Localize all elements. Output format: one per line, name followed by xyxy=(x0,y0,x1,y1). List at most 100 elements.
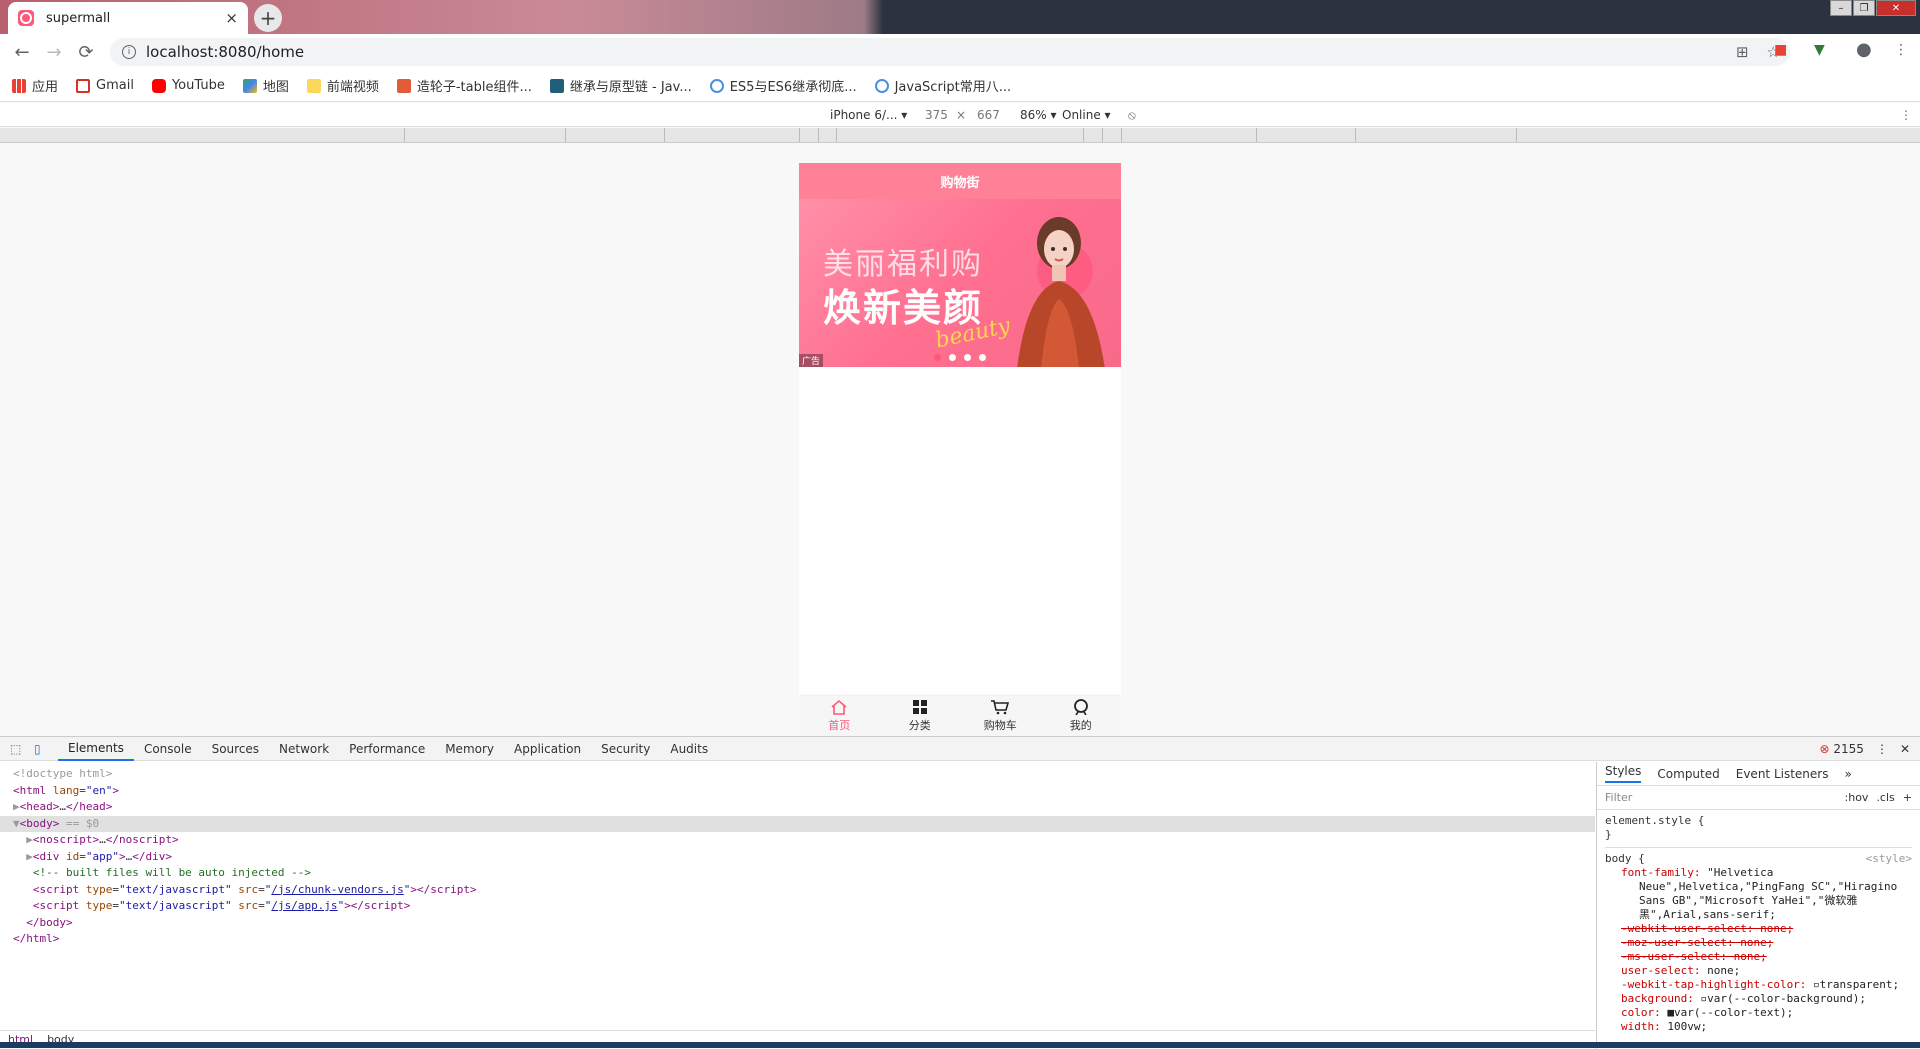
dom-node[interactable]: <!doctype html> xyxy=(0,766,1595,783)
tab-event-listeners[interactable]: Event Listeners xyxy=(1736,767,1829,781)
dom-node[interactable]: ▶<head>…</head> xyxy=(0,799,1595,816)
styles-filter[interactable]: Filter :hov .cls + xyxy=(1597,786,1920,810)
translate-icon[interactable]: ⊞ xyxy=(1736,43,1749,61)
media-query-ruler[interactable] xyxy=(0,128,1920,143)
banner-swiper[interactable]: 美丽福利购 焕新美颜 beauty 广告 xyxy=(799,199,1121,367)
restore-button[interactable]: ❐ xyxy=(1853,0,1875,16)
add-rule-icon[interactable]: + xyxy=(1903,791,1912,804)
dom-node[interactable]: <script type="text/javascript" src="/js/… xyxy=(0,898,1595,915)
rotate-icon[interactable]: ⦸ xyxy=(1128,108,1136,123)
css-property[interactable]: -moz-user-select: none; xyxy=(1605,936,1912,950)
tab-audits[interactable]: Audits xyxy=(660,737,718,761)
bookmark-item[interactable]: ES5与ES6继承彻底... xyxy=(710,76,857,95)
devtools-panel: ⬚ ▯ Elements Console Sources Network Per… xyxy=(0,736,1920,1048)
devtools-close-icon[interactable]: ✕ xyxy=(1900,742,1910,756)
bookmark-item[interactable]: JavaScript常用八... xyxy=(875,76,1012,95)
extension-color-icon[interactable]: ■ xyxy=(1774,42,1787,58)
tab-close-icon[interactable]: × xyxy=(225,9,238,27)
styles-tabs: Styles Computed Event Listeners » xyxy=(1597,762,1920,786)
device-toggle-icon[interactable]: ▯ xyxy=(34,742,50,756)
device-menu-icon[interactable]: ⋮ xyxy=(1900,108,1912,122)
tab-computed[interactable]: Computed xyxy=(1657,767,1719,781)
address-bar[interactable]: i localhost:8080/home ⊞ ☆ xyxy=(110,38,1790,66)
css-property[interactable]: background: ▫var(--color-background); xyxy=(1605,992,1912,1006)
swiper-dot[interactable] xyxy=(979,354,986,361)
network-select[interactable]: Online ▾ xyxy=(1062,108,1111,122)
tab-styles[interactable]: Styles xyxy=(1605,764,1641,783)
new-tab-button[interactable]: + xyxy=(254,4,282,32)
dom-node-selected[interactable]: ▼<body> == $0 xyxy=(0,816,1595,833)
device-select[interactable]: iPhone 6/... ▾ xyxy=(830,108,907,122)
tab-performance[interactable]: Performance xyxy=(339,737,435,761)
cart-icon xyxy=(990,699,1010,715)
banner-model-image xyxy=(997,209,1117,367)
devtools-actions: ⊗ 2155 ⋮ ✕ xyxy=(1820,742,1911,756)
browser-tab[interactable]: supermall × xyxy=(8,2,248,34)
css-property[interactable]: width: 100vw; xyxy=(1605,1020,1912,1034)
dom-node[interactable]: <html lang="en"> xyxy=(0,783,1595,800)
browser-menu-icon[interactable]: ⋮ xyxy=(1894,42,1908,58)
swiper-dot[interactable] xyxy=(934,354,941,361)
swiper-dot[interactable] xyxy=(949,354,956,361)
site-info-icon[interactable]: i xyxy=(122,45,136,59)
hov-toggle[interactable]: :hov xyxy=(1845,791,1869,804)
bookmark-item[interactable]: 继承与原型链 - Jav... xyxy=(550,76,692,95)
tab-elements[interactable]: Elements xyxy=(58,737,134,761)
swiper-indicators xyxy=(934,354,986,361)
cls-toggle[interactable]: .cls xyxy=(1876,791,1894,804)
css-property[interactable]: font-family: "Helvetica xyxy=(1605,866,1912,880)
bookmark-item[interactable]: 造轮子-table组件... xyxy=(397,76,532,95)
bookmark-item[interactable]: 前端视频 xyxy=(307,76,379,95)
css-property[interactable]: color: ■var(--color-text); xyxy=(1605,1006,1912,1020)
tab-memory[interactable]: Memory xyxy=(435,737,504,761)
extension-vue-icon[interactable]: ▼ xyxy=(1814,42,1825,58)
tab-application[interactable]: Application xyxy=(504,737,591,761)
device-height[interactable]: 667 xyxy=(977,108,1000,122)
tab-home[interactable]: 首页 xyxy=(799,696,880,736)
tab-network[interactable]: Network xyxy=(269,737,339,761)
tab-console[interactable]: Console xyxy=(134,737,202,761)
bookmark-item[interactable]: 应用 xyxy=(12,76,58,95)
error-counter[interactable]: ⊗ 2155 xyxy=(1820,742,1864,756)
dimension-separator: × xyxy=(956,108,966,122)
dom-tree[interactable]: <!doctype html> <html lang="en"> ▶<head>… xyxy=(0,762,1595,1024)
css-property[interactable]: -webkit-tap-highlight-color: ▫transparen… xyxy=(1605,978,1912,992)
ad-label: 广告 xyxy=(799,354,823,367)
tab-cart[interactable]: 购物车 xyxy=(960,696,1041,736)
device-width[interactable]: 375 xyxy=(925,108,948,122)
css-property[interactable]: -webkit-user-select: none; xyxy=(1605,922,1912,936)
dom-node[interactable]: ▶<noscript>…</noscript> xyxy=(0,832,1595,849)
back-icon[interactable]: ← xyxy=(6,42,38,63)
filter-input[interactable]: Filter xyxy=(1605,791,1632,804)
rule-source[interactable]: <style> xyxy=(1866,852,1912,866)
window-close-button[interactable]: ✕ xyxy=(1876,0,1916,16)
gmail-icon xyxy=(76,79,90,93)
zoom-select[interactable]: 86% ▾ xyxy=(1020,108,1057,122)
css-property[interactable]: -ms-user-select: none; xyxy=(1605,950,1912,964)
bookmark-item[interactable]: 地图 xyxy=(243,76,289,95)
reload-icon[interactable]: ⟳ xyxy=(70,42,102,63)
swiper-dot[interactable] xyxy=(964,354,971,361)
tab-category[interactable]: 分类 xyxy=(880,696,961,736)
bookmark-item[interactable]: Gmail xyxy=(76,78,134,93)
dom-node[interactable]: <!-- built files will be auto injected -… xyxy=(0,865,1595,882)
url-text[interactable]: localhost:8080/home xyxy=(146,43,304,61)
forward-icon[interactable]: → xyxy=(38,42,70,63)
more-tabs-icon[interactable]: » xyxy=(1844,767,1851,781)
tab-profile[interactable]: 我的 xyxy=(1041,696,1122,736)
inspect-icon[interactable]: ⬚ xyxy=(10,742,26,756)
profile-icon xyxy=(1072,699,1090,715)
tab-sources[interactable]: Sources xyxy=(202,737,269,761)
tab-security[interactable]: Security xyxy=(591,737,660,761)
dom-node[interactable]: </html> xyxy=(0,931,1595,948)
dom-node[interactable]: </body> xyxy=(0,915,1595,932)
devtools-menu-icon[interactable]: ⋮ xyxy=(1876,742,1888,756)
bookmark-item[interactable]: YouTube xyxy=(152,78,225,93)
css-rules[interactable]: element.style { } body {<style> font-fam… xyxy=(1597,810,1920,1038)
apps-grid-icon xyxy=(12,79,26,93)
minimize-button[interactable]: – xyxy=(1830,0,1852,16)
css-property[interactable]: user-select: none; xyxy=(1605,964,1912,978)
profile-icon[interactable]: ● xyxy=(1856,39,1872,60)
dom-node[interactable]: ▶<div id="app">…</div> xyxy=(0,849,1595,866)
dom-node[interactable]: <script type="text/javascript" src="/js/… xyxy=(0,882,1595,899)
